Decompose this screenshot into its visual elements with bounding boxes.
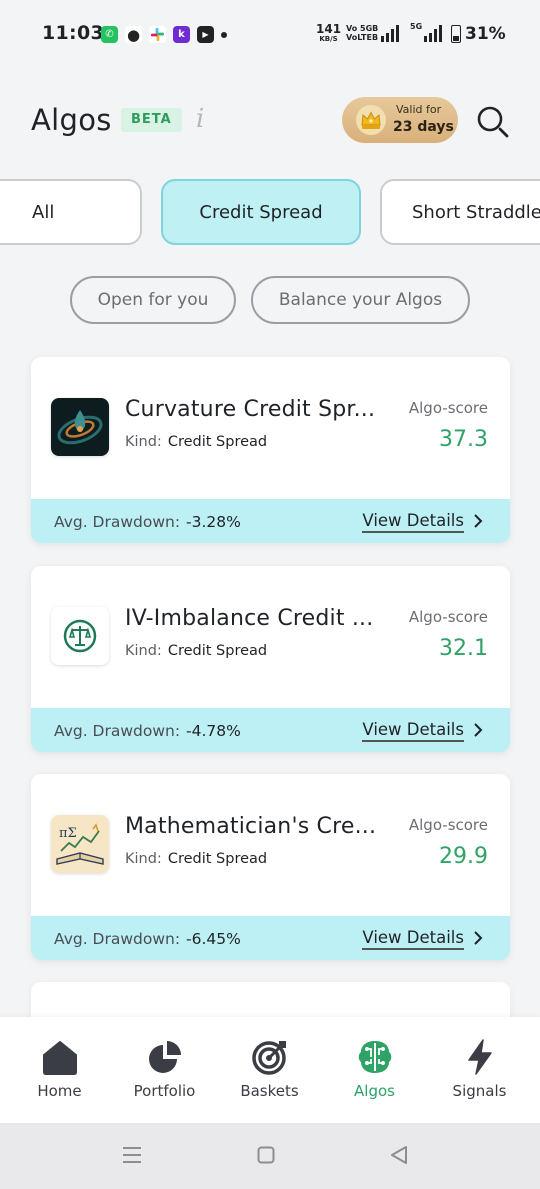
view-details-link[interactable]: View Details [362, 511, 464, 533]
logo-text: πΣ [59, 826, 77, 841]
tab-credit-spread[interactable]: Credit Spread [161, 179, 361, 245]
algo-card[interactable]: Curvature Credit Spr... Kind: Credit Spre… [31, 357, 510, 543]
five-g-label: 5G [410, 22, 423, 31]
card-footer: Avg. Drawdown: -6.45% View Details [31, 916, 510, 960]
status-bar: 11:03 ✆ ● k ▶ 141 KB/S Vo 5GB VoLTEB 5G … [0, 0, 540, 70]
target-icon [252, 1041, 286, 1075]
nav-label: Baskets [240, 1082, 299, 1100]
tab-short-straddle[interactable]: Short Straddle [380, 179, 540, 245]
status-time: 11:03 [42, 22, 104, 44]
algo-score-label: Algo-score [408, 816, 488, 834]
whatsapp-icon: ✆ [101, 26, 118, 43]
system-navigation-bar [0, 1123, 540, 1189]
more-notifications-dot [221, 31, 227, 38]
signal-strength-5g-icon [424, 25, 442, 42]
kind-label: Kind: [125, 643, 162, 659]
kind-label: Kind: [125, 434, 162, 450]
brain-circuit-icon [358, 1041, 392, 1073]
category-tabs: All Credit Spread Short Straddle [0, 179, 540, 245]
chevron-right-icon[interactable] [472, 514, 484, 528]
algo-card[interactable]: πΣ Mathematician's Cre... Kind: Credit Sp… [31, 774, 510, 960]
kind-value: Credit Spread [167, 434, 268, 450]
chevron-right-icon[interactable] [472, 931, 484, 945]
kind-value: Credit Spread [167, 851, 268, 867]
math-book-logo: πΣ [51, 815, 109, 873]
tab-label: Credit Spread [199, 201, 323, 223]
app-header: Algos BETA i Valid for 23 days [0, 85, 540, 155]
algo-kind: Kind: Credit Spread [125, 643, 267, 659]
chip-label: Open for you [97, 290, 209, 310]
algo-name: IV-Imbalance Credit ... [125, 606, 374, 631]
network-speed: 141 KB/S [316, 22, 342, 43]
bottom-navigation: Home Portfolio Baskets Algos Signals [0, 1017, 540, 1123]
info-icon[interactable]: i [196, 104, 204, 134]
nav-signals[interactable]: Signals [427, 1017, 532, 1123]
nav-algos[interactable]: Algos [322, 1017, 427, 1123]
chevron-right-icon[interactable] [472, 723, 484, 737]
drawdown-value: -6.45% [186, 930, 241, 948]
search-icon[interactable] [476, 105, 510, 139]
chip-open-for-you[interactable]: Open for you [70, 276, 236, 324]
algo-score-label: Algo-score [408, 608, 488, 626]
algo-score-value: 32.1 [439, 636, 488, 661]
algo-kind: Kind: Credit Spread [125, 851, 267, 867]
drawdown-label: Avg. Drawdown: [54, 722, 181, 740]
volte-indicator: Vo 5GB VoLTEB [346, 24, 379, 42]
algo-score-label: Algo-score [408, 399, 488, 417]
back-icon[interactable] [389, 1145, 409, 1165]
nav-label: Signals [452, 1082, 507, 1100]
home-icon [43, 1041, 77, 1075]
tab-label: All [32, 201, 55, 223]
drawdown-label: Avg. Drawdown: [54, 513, 181, 531]
recent-apps-icon[interactable] [122, 1146, 142, 1164]
drawdown-value: -3.28% [186, 513, 241, 531]
view-details-link[interactable]: View Details [362, 720, 464, 742]
dark-swirl-logo [51, 398, 109, 456]
notification-icons: ✆ ● k ▶ [101, 25, 227, 44]
chat-bubble-icon: ● [125, 25, 142, 44]
algo-score-value: 37.3 [439, 427, 488, 452]
tab-label: Short Straddle [412, 201, 540, 223]
chip-balance-your-algos[interactable]: Balance your Algos [251, 276, 470, 324]
card-footer: Avg. Drawdown: -4.78% View Details [31, 708, 510, 752]
home-button-icon[interactable] [257, 1146, 275, 1164]
youtube-icon: ▶ [197, 26, 214, 43]
balance-scale-logo [51, 607, 109, 665]
kite-app-icon: k [173, 26, 190, 43]
battery-icon [451, 25, 461, 43]
drawdown-value: -4.78% [186, 722, 241, 740]
validity-days: 23 days [393, 119, 454, 135]
subscription-validity-pill[interactable]: Valid for 23 days [342, 97, 458, 143]
nav-label: Portfolio [133, 1082, 196, 1100]
pie-chart-icon [149, 1041, 181, 1073]
kind-value: Credit Spread [167, 643, 268, 659]
nav-home[interactable]: Home [7, 1017, 112, 1123]
battery-percent: 31% [465, 24, 506, 44]
beta-badge: BETA [121, 108, 182, 132]
view-details-link[interactable]: View Details [362, 928, 464, 950]
drawdown-label: Avg. Drawdown: [54, 930, 181, 948]
card-footer: Avg. Drawdown: -3.28% View Details [31, 499, 510, 543]
slack-icon [149, 26, 166, 43]
nav-baskets[interactable]: Baskets [217, 1017, 322, 1123]
algo-score-value: 29.9 [439, 844, 488, 869]
nav-label: Home [37, 1082, 82, 1100]
algo-kind: Kind: Credit Spread [125, 434, 267, 450]
nav-label: Algos [354, 1082, 395, 1100]
kind-label: Kind: [125, 851, 162, 867]
crown-badge-icon [356, 105, 386, 135]
signal-strength-icon [381, 25, 399, 42]
lightning-icon [468, 1039, 492, 1075]
chip-label: Balance your Algos [278, 290, 443, 310]
validity-caption: Valid for [396, 103, 442, 116]
algo-name: Mathematician's Cre... [125, 814, 377, 839]
nav-portfolio[interactable]: Portfolio [112, 1017, 217, 1123]
page-title: Algos [31, 103, 112, 137]
algo-name: Curvature Credit Spr... [125, 397, 376, 422]
algo-card[interactable]: IV-Imbalance Credit ... Kind: Credit Spre… [31, 566, 510, 752]
tab-all[interactable]: All [0, 179, 142, 245]
